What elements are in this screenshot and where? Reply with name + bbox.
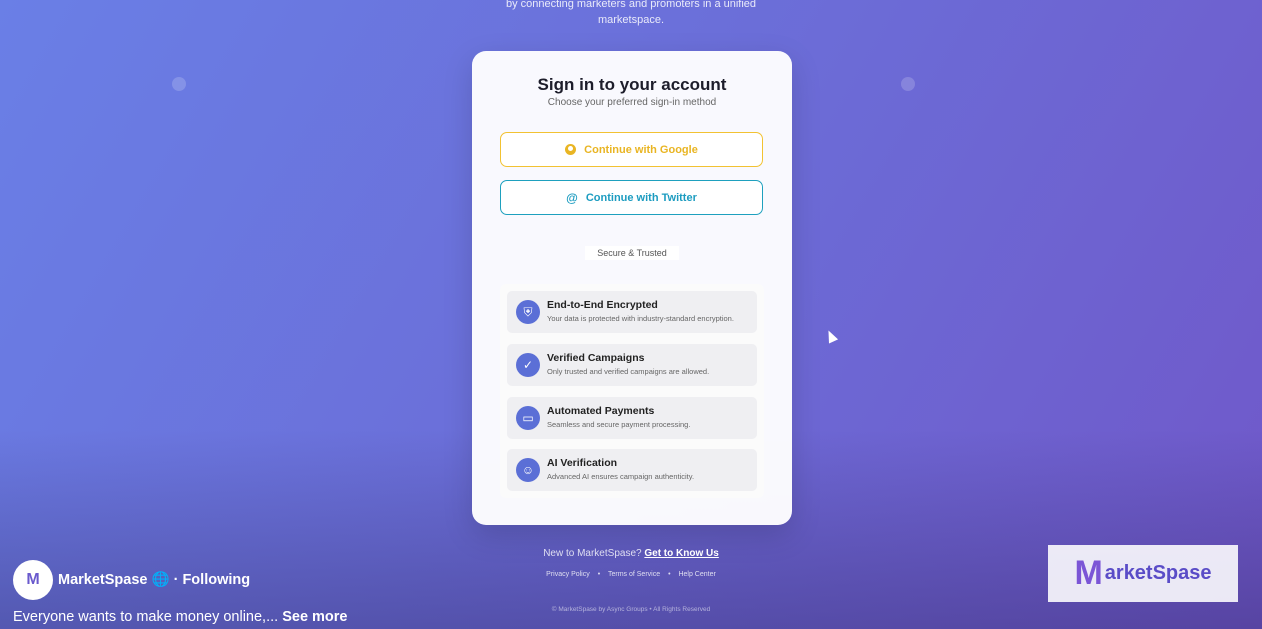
- robot-icon: ☺: [516, 458, 540, 482]
- tagline-line: marketspace.: [597, 14, 665, 26]
- feature-desc: Advanced AI ensures campaign authenticit…: [547, 472, 695, 481]
- feature-desc: Your data is protected with industry-sta…: [547, 314, 734, 323]
- feature-title: Verified Campaigns: [547, 352, 645, 364]
- avatar-letter: M: [26, 571, 40, 588]
- twitter-signin-button[interactable]: @ Continue with Twitter: [500, 180, 763, 215]
- features-list: ⛨ End-to-End Encrypted Your data is prot…: [500, 284, 764, 498]
- privacy-policy-link[interactable]: Privacy Policy: [546, 571, 590, 578]
- feature-title: End-to-End Encrypted: [547, 299, 658, 311]
- globe-icon: 🌐: [151, 572, 170, 588]
- following-button[interactable]: · Following: [174, 572, 251, 588]
- see-more-button[interactable]: See more: [282, 609, 347, 625]
- page-avatar[interactable]: M: [13, 560, 53, 600]
- signup-prompt-text: New to MarketSpase?: [543, 548, 642, 559]
- verified-icon: ✓: [516, 353, 540, 377]
- at-icon: @: [566, 190, 578, 205]
- decorative-dot: [901, 77, 915, 91]
- twitter-button-label: Continue with Twitter: [585, 191, 697, 204]
- divider-label: Secure & Trusted: [585, 246, 679, 260]
- feature-desc: Only trusted and verified campaigns are …: [547, 367, 710, 376]
- watermark-text: arketSpase: [1104, 562, 1212, 584]
- get-to-know-link[interactable]: Get to Know Us: [644, 548, 718, 559]
- page-name-link[interactable]: MarketSpase: [58, 572, 147, 588]
- terms-link[interactable]: Terms of Service: [608, 571, 660, 578]
- decorative-dot: [172, 77, 186, 91]
- feature-desc: Seamless and secure payment processing.: [547, 420, 691, 429]
- link-separator: •: [668, 571, 671, 578]
- feature-item: ⛨ End-to-End Encrypted Your data is prot…: [507, 291, 757, 333]
- watermark-m: M: [1074, 554, 1103, 592]
- shield-icon: ⛨: [516, 300, 540, 324]
- feature-title: Automated Payments: [547, 405, 655, 417]
- feature-item: ☺ AI Verification Advanced AI ensures ca…: [507, 449, 757, 491]
- card-icon: ▭: [516, 406, 540, 430]
- link-separator: •: [597, 571, 601, 578]
- signin-card: Sign in to your account Choose your pref…: [472, 51, 792, 525]
- user-circle-icon: [565, 144, 577, 155]
- post-caption: Everyone wants to make money online,... …: [13, 609, 348, 625]
- feature-item: ✓ Verified Campaigns Only trusted and ve…: [507, 344, 757, 386]
- card-title: Sign in to your account: [537, 75, 727, 94]
- feature-title: AI Verification: [547, 457, 618, 469]
- google-button-label: Continue with Google: [584, 143, 698, 156]
- page-name-row: MarketSpase 🌐 · Following: [58, 571, 250, 588]
- hero-tagline: by connecting marketers and promoters in…: [0, 0, 1262, 28]
- help-center-link[interactable]: Help Center: [678, 571, 715, 578]
- feature-item: ▭ Automated Payments Seamless and secure…: [507, 397, 757, 439]
- brand-watermark: M arketSpase: [1048, 545, 1238, 602]
- caption-text: Everyone wants to make money online,...: [13, 609, 279, 625]
- mouse-cursor-icon: [823, 328, 839, 344]
- card-subtitle: Choose your preferred sign-in method: [547, 97, 717, 108]
- tagline-line: by connecting marketers and promoters in…: [505, 0, 757, 10]
- google-signin-button[interactable]: Continue with Google: [500, 132, 763, 167]
- secure-divider: Secure & Trusted: [472, 246, 792, 260]
